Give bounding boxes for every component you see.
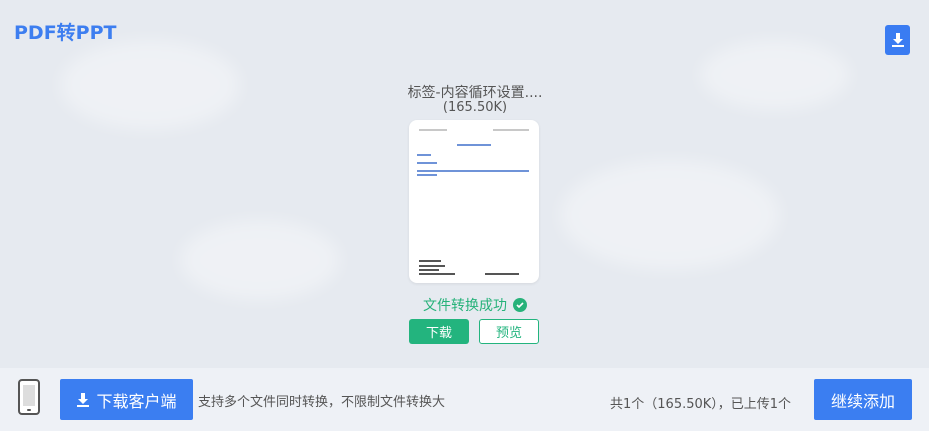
download-button[interactable]: 下载: [409, 319, 469, 344]
footer-bar: 下载客户端 支持多个文件同时转换，不限制文件转换大 共1个（165.50K），已…: [0, 368, 929, 431]
phone-icon: [18, 379, 40, 415]
status-text: 文件转换成功: [423, 298, 507, 314]
support-text: 支持多个文件同时转换，不限制文件转换大: [198, 395, 446, 410]
conversion-status: 文件转换成功: [400, 295, 550, 315]
download-client-label: 下载客户端: [96, 391, 177, 411]
file-size: (165.50K): [442, 100, 508, 115]
preview-button[interactable]: 预览: [479, 319, 539, 344]
download-all-button[interactable]: [885, 25, 910, 55]
conversion-stage: PDF转PPT 标签-内容循环设置.... (165.50K) 文件转换成功 下…: [0, 0, 929, 368]
download-icon: [77, 392, 90, 407]
upload-count: 共1个（165.50K），已上传1个: [610, 397, 792, 412]
background-texture: [60, 40, 240, 130]
document-thumbnail[interactable]: [409, 120, 539, 283]
check-circle-icon: [513, 298, 527, 312]
page-title: PDF转PPT: [14, 22, 117, 44]
add-more-button[interactable]: 继续添加: [814, 379, 912, 420]
download-client-button[interactable]: 下载客户端: [60, 379, 193, 420]
background-texture: [180, 220, 340, 300]
file-name: 标签-内容循环设置....: [407, 85, 543, 101]
background-texture: [560, 160, 780, 270]
background-texture: [700, 40, 850, 110]
download-icon: [891, 33, 904, 47]
